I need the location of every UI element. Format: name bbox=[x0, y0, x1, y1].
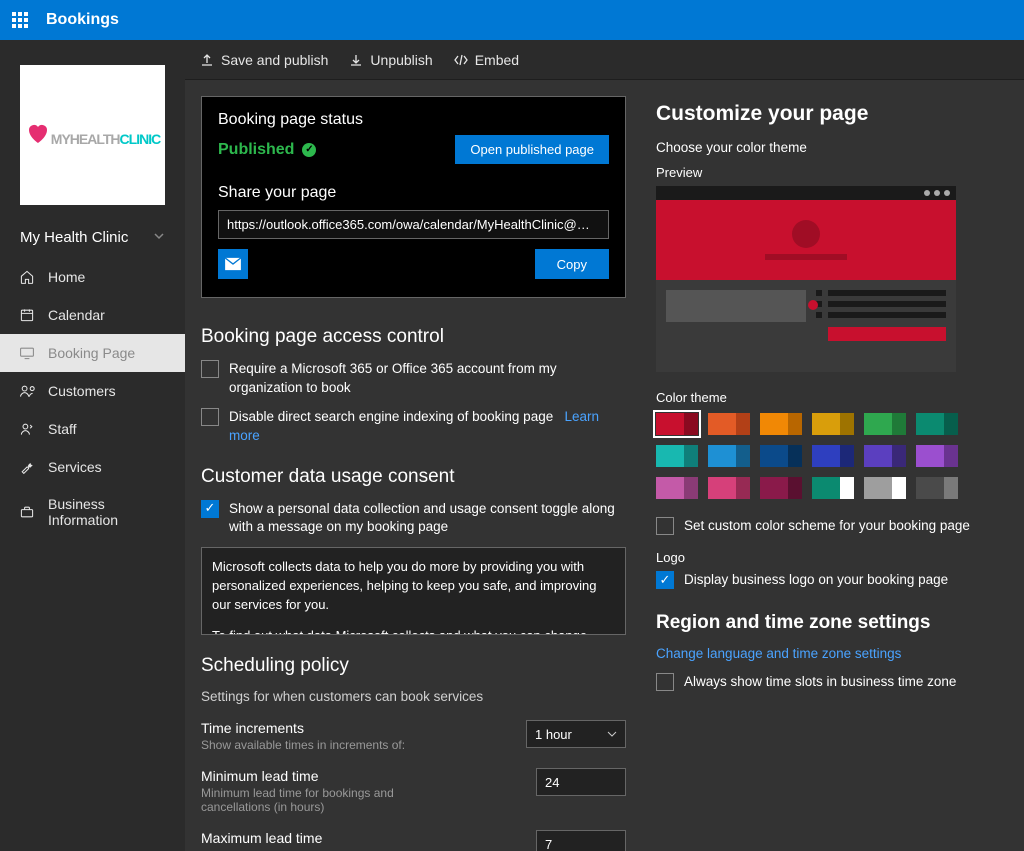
disable-indexing-checkbox[interactable] bbox=[201, 408, 219, 426]
upload-icon bbox=[199, 52, 215, 68]
consent-toggle-label: Show a personal data collection and usag… bbox=[229, 500, 626, 538]
disable-indexing-label: Disable direct search engine indexing of… bbox=[229, 408, 626, 446]
screen-icon bbox=[18, 344, 36, 362]
region-link[interactable]: Change language and time zone settings bbox=[656, 646, 1004, 661]
custom-color-label: Set custom color scheme for your booking… bbox=[684, 517, 970, 536]
sidebar: MYHEALTHCLINIC My Health Clinic Home Cal… bbox=[0, 40, 185, 851]
nav-label: Staff bbox=[48, 421, 77, 437]
color-swatch[interactable] bbox=[916, 477, 958, 499]
consent-toggle-checkbox[interactable] bbox=[201, 500, 219, 518]
chevron-down-icon bbox=[153, 229, 165, 246]
min-lead-label: Minimum lead time bbox=[201, 768, 461, 784]
customize-sub: Choose your color theme bbox=[656, 140, 1004, 155]
region-heading: Region and time zone settings bbox=[656, 612, 1004, 634]
color-swatch[interactable] bbox=[864, 445, 906, 467]
logo-section-label: Logo bbox=[656, 550, 1004, 565]
sidebar-item-booking-page[interactable]: Booking Page bbox=[0, 334, 185, 372]
staff-icon bbox=[18, 420, 36, 438]
consent-heading: Customer data usage consent bbox=[201, 466, 626, 488]
color-swatch[interactable] bbox=[708, 413, 750, 435]
sidebar-item-services[interactable]: Services bbox=[0, 448, 185, 486]
unpublish-icon bbox=[348, 52, 364, 68]
color-swatch-grid bbox=[656, 413, 1004, 499]
open-published-button[interactable]: Open published page bbox=[455, 135, 609, 164]
scheduling-sub: Settings for when customers can book ser… bbox=[201, 689, 626, 704]
nav-label: Services bbox=[48, 459, 102, 475]
min-lead-input[interactable] bbox=[536, 768, 626, 796]
app-title: Bookings bbox=[46, 11, 119, 29]
sidebar-item-home[interactable]: Home bbox=[0, 258, 185, 296]
business-timezone-label: Always show time slots in business time … bbox=[684, 673, 956, 692]
nav-label: Calendar bbox=[48, 307, 105, 323]
customize-heading: Customize your page bbox=[656, 102, 1004, 126]
preview-label: Preview bbox=[656, 165, 1004, 180]
sidebar-item-calendar[interactable]: Calendar bbox=[0, 296, 185, 334]
save-publish-button[interactable]: Save and publish bbox=[199, 52, 328, 68]
nav-label: Home bbox=[48, 269, 85, 285]
consent-text-box[interactable]: Microsoft collects data to help you do m… bbox=[201, 547, 626, 635]
scheduling-heading: Scheduling policy bbox=[201, 655, 626, 677]
access-heading: Booking page access control bbox=[201, 326, 626, 348]
share-title: Share your page bbox=[218, 184, 609, 202]
color-swatch[interactable] bbox=[812, 413, 854, 435]
calendar-icon bbox=[18, 306, 36, 324]
require-account-label: Require a Microsoft 365 or Office 365 ac… bbox=[229, 360, 626, 398]
max-lead-label: Maximum lead time bbox=[201, 830, 322, 846]
sidebar-item-business-info[interactable]: Business Information bbox=[0, 486, 185, 538]
status-card: Booking page status Published ✓ Open pub… bbox=[201, 96, 626, 298]
code-icon bbox=[453, 52, 469, 68]
color-swatch[interactable] bbox=[916, 413, 958, 435]
time-increments-hint: Show available times in increments of: bbox=[201, 738, 405, 752]
color-theme-label: Color theme bbox=[656, 390, 1004, 405]
color-swatch[interactable] bbox=[760, 413, 802, 435]
theme-preview bbox=[656, 186, 956, 372]
wrench-icon bbox=[18, 458, 36, 476]
color-swatch[interactable] bbox=[864, 477, 906, 499]
nav-label: Customers bbox=[48, 383, 116, 399]
people-icon bbox=[18, 382, 36, 400]
color-swatch[interactable] bbox=[656, 445, 698, 467]
color-swatch[interactable] bbox=[812, 477, 854, 499]
time-increments-label: Time increments bbox=[201, 720, 405, 736]
nav-label: Booking Page bbox=[48, 345, 135, 361]
toolbar: Save and publish Unpublish Embed bbox=[185, 40, 1024, 80]
check-icon: ✓ bbox=[302, 143, 316, 157]
share-url-input[interactable] bbox=[218, 210, 609, 239]
unpublish-button[interactable]: Unpublish bbox=[348, 52, 432, 68]
copy-button[interactable]: Copy bbox=[535, 249, 609, 279]
business-selector[interactable]: My Health Clinic bbox=[0, 223, 185, 258]
color-swatch[interactable] bbox=[760, 445, 802, 467]
status-card-title: Booking page status bbox=[218, 111, 609, 129]
require-account-checkbox[interactable] bbox=[201, 360, 219, 378]
max-lead-input[interactable] bbox=[536, 830, 626, 851]
email-share-button[interactable] bbox=[218, 249, 248, 279]
status-published: Published ✓ bbox=[218, 141, 316, 159]
home-icon bbox=[18, 268, 36, 286]
time-increments-select[interactable]: 1 hour bbox=[526, 720, 626, 748]
app-launcher-icon[interactable] bbox=[12, 12, 28, 28]
min-lead-hint: Minimum lead time for bookings and cance… bbox=[201, 786, 461, 814]
color-swatch[interactable] bbox=[656, 413, 698, 435]
embed-button[interactable]: Embed bbox=[453, 52, 519, 68]
sidebar-item-customers[interactable]: Customers bbox=[0, 372, 185, 410]
color-swatch[interactable] bbox=[812, 445, 854, 467]
display-logo-label: Display business logo on your booking pa… bbox=[684, 571, 948, 590]
nav-label: Business Information bbox=[48, 496, 167, 528]
color-swatch[interactable] bbox=[656, 477, 698, 499]
color-swatch[interactable] bbox=[708, 477, 750, 499]
custom-color-checkbox[interactable] bbox=[656, 517, 674, 535]
mail-icon bbox=[224, 257, 242, 271]
business-name: My Health Clinic bbox=[20, 229, 128, 246]
chevron-down-icon bbox=[607, 727, 617, 742]
sidebar-item-staff[interactable]: Staff bbox=[0, 410, 185, 448]
color-swatch[interactable] bbox=[760, 477, 802, 499]
color-swatch[interactable] bbox=[708, 445, 750, 467]
color-swatch[interactable] bbox=[864, 413, 906, 435]
display-logo-checkbox[interactable] bbox=[656, 571, 674, 589]
business-timezone-checkbox[interactable] bbox=[656, 673, 674, 691]
business-logo: MYHEALTHCLINIC bbox=[20, 65, 165, 205]
briefcase-icon bbox=[18, 503, 36, 521]
color-swatch[interactable] bbox=[916, 445, 958, 467]
